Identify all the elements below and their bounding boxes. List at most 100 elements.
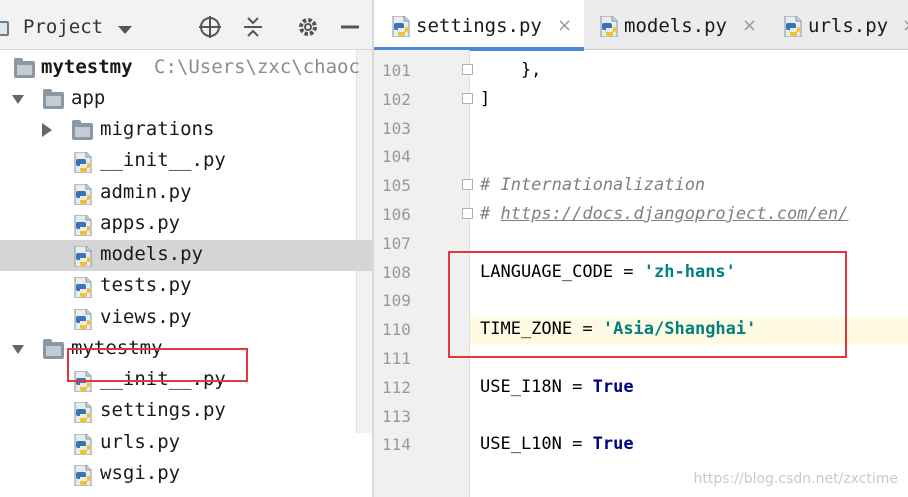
tree-root-mytestmy[interactable]: mytestmy C:\Users\zxc\chaoc bbox=[0, 53, 372, 84]
close-icon[interactable]: × bbox=[902, 17, 908, 35]
code-comment: # https://docs.djangoproject.com/en/ bbox=[480, 204, 848, 224]
setting-name: USE_I18N bbox=[480, 377, 562, 397]
python-file-icon bbox=[74, 434, 92, 455]
line-number: 108 bbox=[382, 263, 411, 282]
tree-item-label: admin.py bbox=[100, 181, 192, 203]
project-panel-header: Project bbox=[0, 0, 372, 50]
code-line: USE_L10N = True bbox=[470, 431, 908, 460]
tab-label: urls.py bbox=[808, 15, 889, 37]
tree-item-label: mytestmy bbox=[41, 56, 133, 78]
tree-folder-app[interactable]: app bbox=[0, 84, 372, 115]
code-text: ] bbox=[480, 89, 491, 109]
tree-item-label: settings.py bbox=[100, 399, 226, 421]
line-number: 103 bbox=[382, 119, 411, 138]
python-file-icon bbox=[74, 402, 92, 423]
code-comment: # Internationalization bbox=[480, 175, 706, 195]
tree-file-urls[interactable]: urls.py bbox=[0, 428, 372, 459]
tree-item-label: migrations bbox=[100, 118, 215, 140]
tree-item-label: app bbox=[71, 87, 106, 109]
tab-models[interactable]: models.py × bbox=[586, 0, 766, 50]
line-number: 106 bbox=[382, 205, 411, 224]
tab-settings[interactable]: settings.py × bbox=[374, 0, 584, 51]
expanded-arrow-icon[interactable] bbox=[12, 345, 24, 354]
python-file-icon bbox=[74, 465, 92, 486]
line-number: 110 bbox=[382, 320, 411, 339]
line-number: 112 bbox=[382, 378, 411, 397]
watermark: https://blog.csdn.net/zxctime bbox=[693, 471, 898, 487]
hide-panel-icon[interactable] bbox=[337, 14, 363, 40]
python-file-icon bbox=[74, 152, 92, 173]
code-line: # https://docs.djangoproject.com/en/ bbox=[470, 201, 908, 230]
code-line: ] bbox=[470, 86, 908, 115]
module-folder-icon bbox=[14, 58, 35, 78]
tree-file-settings[interactable]: settings.py bbox=[0, 396, 372, 427]
tree-item-label: models.py bbox=[100, 243, 203, 265]
tree-item-label: __init__.py bbox=[100, 149, 226, 171]
tree-file-tests[interactable]: tests.py bbox=[0, 271, 372, 302]
collapse-all-icon[interactable] bbox=[240, 14, 266, 40]
collapsed-arrow-icon[interactable] bbox=[42, 123, 52, 137]
code-statement: USE_I18N = True bbox=[480, 377, 634, 397]
python-file-icon bbox=[392, 16, 410, 37]
project-panel: Project mytestmy C:\Users\zxc\chaoc app … bbox=[0, 0, 372, 497]
tree-file-models[interactable]: models.py bbox=[0, 240, 372, 271]
tree-file-app-init[interactable]: __init__.py bbox=[0, 146, 372, 177]
code-line: }, bbox=[470, 57, 908, 86]
keyword-true: True bbox=[592, 434, 634, 454]
folder-icon bbox=[43, 89, 64, 109]
line-number: 111 bbox=[382, 349, 411, 368]
assign-operator: = bbox=[561, 434, 593, 454]
python-file-icon bbox=[74, 277, 92, 298]
assign-operator: = bbox=[561, 377, 593, 397]
tree-item-label: apps.py bbox=[100, 212, 181, 234]
code-line: USE_I18N = True bbox=[470, 374, 908, 403]
view-selector-caret-icon[interactable] bbox=[118, 26, 132, 34]
line-number: 114 bbox=[382, 435, 411, 454]
line-number: 107 bbox=[382, 234, 411, 253]
line-number: 101 bbox=[382, 61, 411, 80]
settings-highlight-box bbox=[67, 348, 248, 382]
line-number: 102 bbox=[382, 90, 411, 109]
code-highlight-box bbox=[448, 251, 847, 358]
python-file-icon bbox=[74, 246, 92, 267]
folder-icon bbox=[72, 120, 93, 140]
tree-file-admin[interactable]: admin.py bbox=[0, 178, 372, 209]
code-editor: settings.py × models.py × urls.py × 101 … bbox=[374, 0, 908, 497]
tree-file-apps[interactable]: apps.py bbox=[0, 209, 372, 240]
code-line: # Internationalization bbox=[470, 172, 908, 201]
tree-file-wsgi[interactable]: wsgi.py bbox=[0, 459, 372, 490]
code-text: }, bbox=[480, 60, 542, 80]
project-tree: mytestmy C:\Users\zxc\chaoc app migratio… bbox=[0, 50, 372, 497]
code-statement: USE_L10N = True bbox=[480, 434, 634, 454]
tab-label: models.py bbox=[624, 15, 727, 37]
tree-file-views[interactable]: views.py bbox=[0, 303, 372, 334]
tree-item-label: urls.py bbox=[100, 431, 181, 453]
tab-label: settings.py bbox=[416, 15, 542, 37]
scroll-from-source-icon[interactable] bbox=[197, 14, 223, 40]
folder-icon bbox=[43, 339, 64, 359]
line-number: 105 bbox=[382, 176, 411, 195]
python-file-icon bbox=[784, 16, 802, 37]
editor-tab-bar: settings.py × models.py × urls.py × bbox=[374, 0, 908, 51]
project-view-icon[interactable] bbox=[0, 21, 9, 36]
keyword-true: True bbox=[592, 377, 634, 397]
line-number: 113 bbox=[382, 407, 411, 426]
docs-link[interactable]: https://docs.djangoproject.com/en/ bbox=[500, 204, 848, 224]
close-icon[interactable]: × bbox=[742, 17, 757, 35]
tree-item-label: wsgi.py bbox=[100, 462, 181, 484]
project-path: C:\Users\zxc\chaoc bbox=[154, 56, 360, 78]
close-icon[interactable]: × bbox=[557, 17, 572, 35]
comment-prefix: # bbox=[480, 204, 501, 224]
tree-item-label: tests.py bbox=[100, 274, 192, 296]
setting-name: USE_L10N bbox=[480, 434, 562, 454]
tab-urls[interactable]: urls.py × bbox=[770, 0, 908, 50]
python-file-icon bbox=[600, 16, 618, 37]
expanded-arrow-icon[interactable] bbox=[12, 95, 24, 104]
line-number: 104 bbox=[382, 147, 411, 166]
gear-icon[interactable] bbox=[295, 14, 321, 40]
line-number: 109 bbox=[382, 291, 411, 310]
project-panel-title[interactable]: Project bbox=[23, 16, 103, 38]
python-file-icon bbox=[74, 215, 92, 236]
tree-folder-migrations[interactable]: migrations bbox=[0, 115, 372, 146]
python-file-icon bbox=[74, 184, 92, 205]
